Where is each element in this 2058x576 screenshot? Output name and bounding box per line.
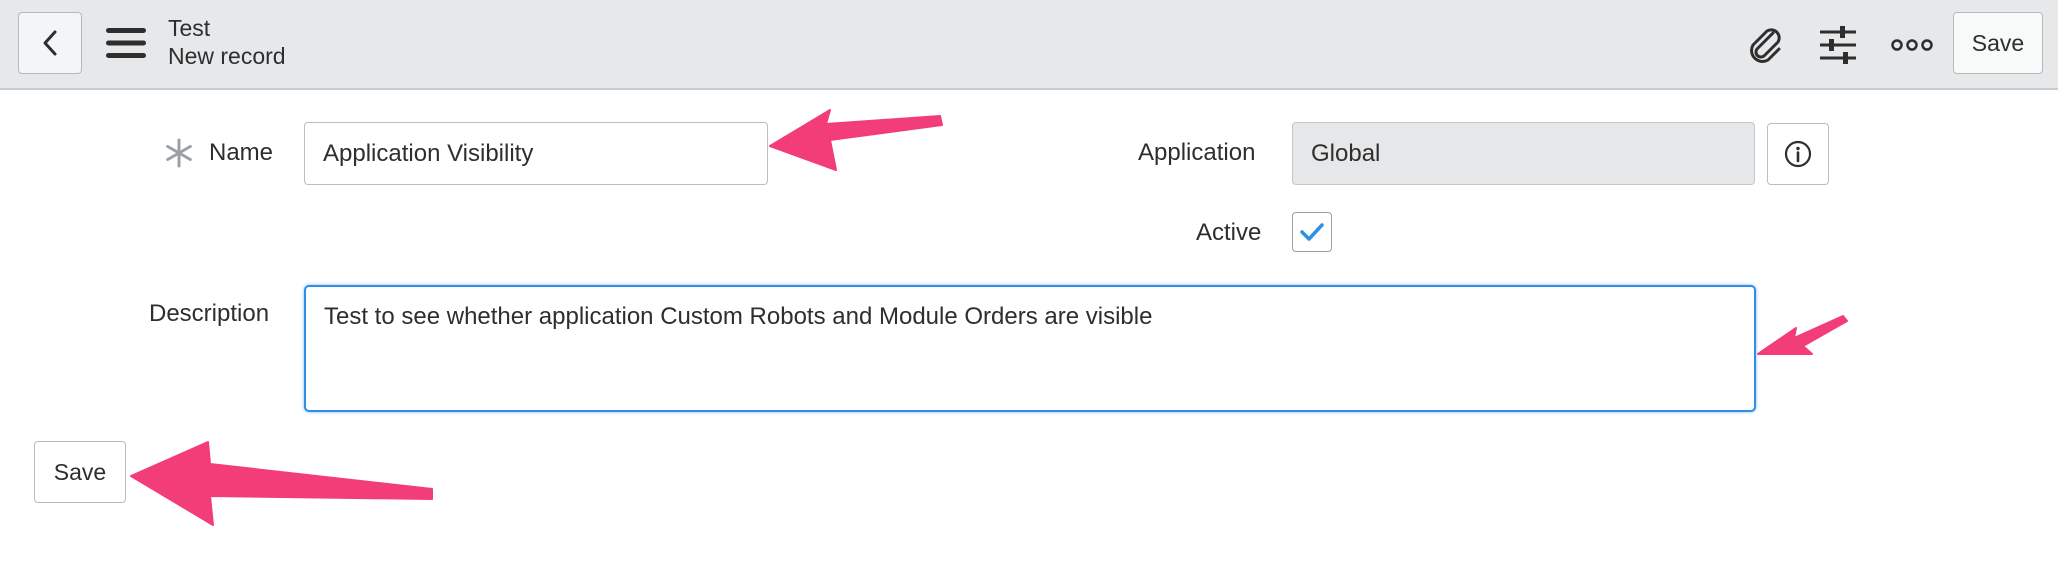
name-label: Name <box>209 139 274 166</box>
checkmark-icon <box>1300 223 1324 241</box>
annotation-arrow-name <box>769 109 943 171</box>
annotation-arrow-save <box>130 441 433 526</box>
description-textarea[interactable]: Test to see whether application Custom R… <box>304 285 1756 412</box>
description-label: Description <box>149 300 270 327</box>
active-label: Active <box>1196 219 1262 246</box>
header-save-button[interactable]: Save <box>1953 12 2043 74</box>
personalize-form-button[interactable] <box>1813 20 1863 70</box>
name-input[interactable]: Application Visibility <box>304 122 768 185</box>
hamburger-menu-icon[interactable] <box>106 28 146 58</box>
paperclip-icon <box>1750 28 1781 63</box>
bottom-save-button[interactable]: Save <box>34 441 126 503</box>
active-checkbox[interactable] <box>1292 212 1332 252</box>
record-table-title: Test <box>168 15 211 41</box>
application-label: Application <box>1138 139 1256 166</box>
more-icon <box>1891 39 1933 51</box>
required-asterisk-icon <box>166 138 192 168</box>
record-subtitle: New record <box>168 43 286 69</box>
application-field: Global <box>1292 122 1755 185</box>
info-icon <box>1784 140 1812 168</box>
record-header: Test New record Save <box>0 0 2058 90</box>
chevron-left-icon <box>43 30 57 56</box>
attachment-button[interactable] <box>1740 20 1790 70</box>
annotation-arrow-description <box>1757 315 1848 355</box>
back-button[interactable] <box>18 12 82 74</box>
application-info-button[interactable] <box>1767 123 1829 185</box>
sliders-icon <box>1820 26 1856 64</box>
more-options-button[interactable] <box>1887 20 1937 70</box>
